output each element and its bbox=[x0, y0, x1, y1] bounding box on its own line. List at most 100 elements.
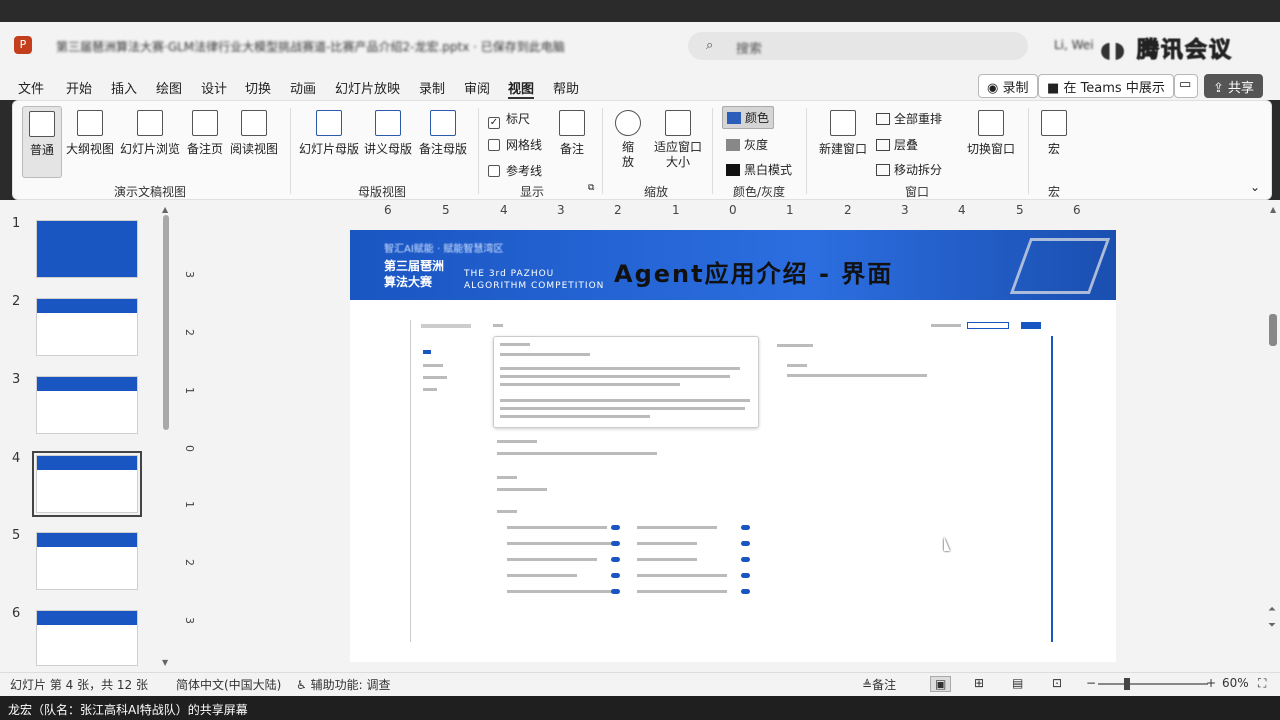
color-label: 颜色 bbox=[745, 111, 770, 125]
slide-thumbnail-4[interactable] bbox=[32, 451, 142, 517]
scroll-down-icon[interactable]: ▼ bbox=[162, 658, 168, 667]
slide-canvas[interactable]: 智汇AI赋能 · 赋能智慧湾区 第三届琶洲 算法大赛 THE 3rd PAZHO… bbox=[350, 230, 1116, 662]
zoom-in-icon[interactable]: + bbox=[1206, 676, 1216, 690]
share-button[interactable]: ⇪ 共享 bbox=[1204, 74, 1264, 98]
app-text-line bbox=[500, 367, 740, 370]
menu-insert[interactable]: 插入 bbox=[111, 78, 137, 97]
record-button[interactable]: ◉ 录制 bbox=[978, 74, 1038, 98]
cascade-button[interactable]: 层叠 bbox=[876, 136, 918, 153]
menu-view[interactable]: 视图 bbox=[508, 78, 535, 99]
ribbon-separator bbox=[478, 108, 479, 194]
slide-thumbnail-3[interactable] bbox=[36, 376, 138, 434]
ribbon-separator bbox=[712, 108, 713, 194]
new-window-button[interactable]: 新建窗口 bbox=[816, 110, 870, 157]
ruler-tick: 1 bbox=[786, 203, 794, 217]
app-nav-item-icon bbox=[423, 364, 443, 367]
handout-master-button[interactable]: 讲义母版 bbox=[362, 110, 414, 157]
zoom-level[interactable]: 60% bbox=[1222, 676, 1249, 690]
comments-button[interactable]: ▭ bbox=[1174, 74, 1198, 98]
menu-slideshow[interactable]: 幻灯片放映 bbox=[335, 78, 400, 97]
thumbnail-number: 5 bbox=[12, 528, 21, 543]
zoom-button[interactable]: 缩放 bbox=[612, 110, 644, 170]
checkbox-empty-icon bbox=[488, 139, 500, 151]
normal-view-status-icon[interactable]: ▣ bbox=[930, 676, 952, 692]
menu-design[interactable]: 设计 bbox=[201, 78, 227, 97]
slide-sorter-button[interactable]: 幻灯片浏览 bbox=[118, 110, 182, 157]
menu-home[interactable]: 开始 bbox=[66, 78, 92, 97]
app-preview-heading bbox=[777, 344, 813, 347]
previous-slide-icon[interactable]: ⏶ bbox=[1268, 604, 1276, 615]
slide-banner: 智汇AI赋能 · 赋能智慧湾区 第三届琶洲 算法大赛 THE 3rd PAZHO… bbox=[350, 230, 1116, 300]
fit-window-button[interactable]: 适应窗口大小 bbox=[652, 110, 704, 170]
sorter-view-status-icon[interactable]: ⊞ bbox=[974, 676, 984, 690]
outline-view-icon bbox=[77, 110, 103, 136]
outline-view-button[interactable]: 大纲视图 bbox=[64, 110, 116, 157]
slide-scrollbar[interactable] bbox=[1268, 200, 1280, 672]
slide-master-button[interactable]: 幻灯片母版 bbox=[298, 110, 360, 157]
gridlines-checkbox[interactable]: 网格线 bbox=[488, 136, 542, 153]
slide-thumbnail-6[interactable] bbox=[36, 610, 138, 666]
slide-thumbnail-2[interactable] bbox=[36, 298, 138, 356]
thumbnail-number: 6 bbox=[12, 606, 21, 621]
slide-sorter-label: 幻灯片浏览 bbox=[119, 142, 180, 156]
arrange-all-label: 全部重排 bbox=[894, 112, 943, 126]
menu-animations[interactable]: 动画 bbox=[290, 78, 316, 97]
notes-button[interactable]: 备注 bbox=[554, 110, 590, 157]
accessibility-icon: ♿ bbox=[296, 678, 307, 692]
cascade-icon bbox=[876, 139, 890, 151]
show-dialog-launcher-icon[interactable]: ⧉ bbox=[588, 183, 594, 193]
color-button[interactable]: 颜色 bbox=[722, 106, 775, 129]
notes-toggle[interactable]: ≜备注 bbox=[862, 676, 896, 693]
user-name[interactable]: Li, Wei bbox=[1054, 38, 1094, 52]
app-text-line bbox=[500, 399, 750, 402]
mouse-cursor-icon bbox=[944, 537, 950, 551]
zoom-slider-thumb[interactable] bbox=[1124, 678, 1130, 690]
app-toggle-icon bbox=[611, 525, 620, 530]
menu-draw[interactable]: 绘图 bbox=[156, 78, 182, 97]
thumbnail-scrollbar[interactable] bbox=[163, 215, 169, 430]
new-window-icon bbox=[830, 110, 856, 136]
menu-review[interactable]: 审阅 bbox=[464, 78, 490, 97]
collapse-ribbon-icon[interactable]: ⌄ bbox=[1250, 180, 1260, 194]
reading-view-status-icon[interactable]: ▤ bbox=[1012, 676, 1023, 690]
notes-page-label: 备注页 bbox=[186, 142, 223, 156]
teams-present-button[interactable]: ■ 在 Teams 中展示 bbox=[1038, 74, 1174, 98]
black-white-button[interactable]: 黑白模式 bbox=[726, 161, 792, 178]
scroll-up-icon[interactable]: ▲ bbox=[1270, 205, 1276, 214]
scroll-up-icon[interactable]: ▲ bbox=[162, 205, 168, 214]
menu-file[interactable]: 文件 bbox=[18, 78, 44, 97]
app-publish-button bbox=[1021, 322, 1041, 329]
grayscale-button[interactable]: 灰度 bbox=[726, 136, 768, 153]
zoom-slider[interactable] bbox=[1098, 683, 1208, 685]
accessibility-status[interactable]: ♿ 辅助功能: 调查 bbox=[296, 676, 390, 693]
slide-scrollbar-thumb[interactable] bbox=[1269, 314, 1277, 346]
guides-checkbox[interactable]: 参考线 bbox=[488, 162, 542, 179]
reading-view-button[interactable]: 阅读视图 bbox=[228, 110, 280, 157]
zoom-out-icon[interactable]: − bbox=[1086, 676, 1096, 690]
powerpoint-icon[interactable]: P bbox=[14, 36, 32, 54]
switch-window-button[interactable]: 切换窗口 bbox=[962, 110, 1020, 157]
move-split-icon bbox=[876, 164, 890, 176]
notes-master-button[interactable]: 备注母版 bbox=[416, 110, 470, 157]
move-split-button[interactable]: 移动拆分 bbox=[876, 161, 942, 178]
notes-page-button[interactable]: 备注页 bbox=[184, 110, 226, 157]
bw-swatch-icon bbox=[726, 164, 740, 176]
arrange-all-button[interactable]: 全部重排 bbox=[876, 110, 942, 127]
macros-button[interactable]: 宏 bbox=[1038, 110, 1070, 157]
menu-help[interactable]: 帮助 bbox=[553, 78, 579, 97]
group-presentation-views: 演示文稿视图 bbox=[114, 185, 187, 199]
fit-slide-icon[interactable]: ⛶ bbox=[1258, 676, 1266, 691]
menu-transitions[interactable]: 切换 bbox=[245, 78, 271, 97]
ruler-checkbox[interactable]: ✓ 标尺 bbox=[488, 110, 530, 129]
language-indicator[interactable]: 简体中文(中国大陆) bbox=[176, 676, 281, 693]
ribbon-separator bbox=[1028, 108, 1029, 194]
next-slide-icon[interactable]: ⏷ bbox=[1268, 620, 1276, 631]
slide-thumbnail-1[interactable] bbox=[36, 220, 138, 278]
ruler-tick: 4 bbox=[500, 203, 508, 217]
checkbox-empty-icon bbox=[488, 165, 500, 177]
menu-record[interactable]: 录制 bbox=[419, 78, 445, 97]
slideshow-status-icon[interactable]: ⊡ bbox=[1052, 676, 1062, 690]
slide-thumbnail-5[interactable] bbox=[36, 532, 138, 590]
normal-view-button[interactable]: 普通 bbox=[22, 106, 62, 178]
search-box[interactable]: ⌕ 搜索 bbox=[688, 32, 1028, 60]
